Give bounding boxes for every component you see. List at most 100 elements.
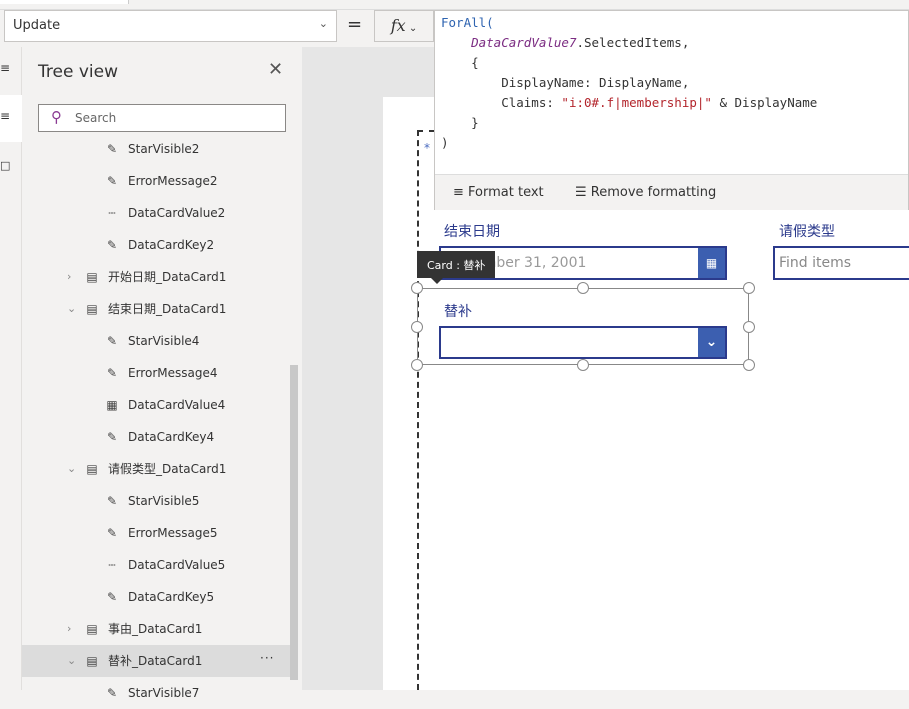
format-text-label: Format text xyxy=(468,185,544,200)
tree-item-label: 开始日期_DataCard1 xyxy=(108,270,227,284)
edit-icon: ✎ xyxy=(106,366,118,380)
tree-item[interactable]: ✎ ErrorMessage4 xyxy=(22,357,290,389)
remove-formatting-icon: ☰ xyxy=(575,185,591,200)
search-icon: ⚲ xyxy=(51,108,62,126)
leave-type-label: 请假类型 xyxy=(779,224,835,240)
tree-item[interactable]: ┄ DataCardValue2 xyxy=(22,197,290,229)
resize-handle[interactable] xyxy=(743,359,755,371)
code-line: DisplayName: DisplayName, xyxy=(441,73,817,93)
tree-item[interactable]: ✎ ErrorMessage5 xyxy=(22,517,290,549)
tree-item-label: DataCardValue2 xyxy=(128,206,226,220)
resize-handle[interactable] xyxy=(577,359,589,371)
tree-item-label: DataCardKey2 xyxy=(128,238,215,252)
chevron-down-icon[interactable]: ⌄ xyxy=(67,293,76,325)
textinput-icon: ┄ xyxy=(108,206,116,220)
code-line: ForAll( xyxy=(441,13,817,33)
calendar-icon[interactable]: ▦ xyxy=(698,248,725,278)
tree-item[interactable]: ✎ DataCardKey4 xyxy=(22,421,290,453)
tree-item-label: ErrorMessage5 xyxy=(128,526,218,540)
tree-item[interactable]: ⌄ ▤ 请假类型_DataCard1 xyxy=(22,453,290,485)
tree-item-label: DataCardKey4 xyxy=(128,430,215,444)
tree-item[interactable]: › ▤ 事由_DataCard1 xyxy=(22,613,290,645)
resize-handle[interactable] xyxy=(411,321,423,333)
card-icon: ▤ xyxy=(86,654,98,668)
tree-item[interactable]: ⌄ ▤ 结束日期_DataCard1 xyxy=(22,293,290,325)
tree-item[interactable]: ✎ ErrorMessage2 xyxy=(22,165,290,197)
fx-button[interactable]: fx ⌄ xyxy=(374,10,434,42)
remove-formatting-label: Remove formatting xyxy=(590,185,717,200)
tree-item-label: StarVisible4 xyxy=(128,334,200,348)
tree-item-label: DataCardValue5 xyxy=(128,558,226,572)
code-line: DataCardValue7.SelectedItems, xyxy=(441,33,817,53)
formula-code[interactable]: ForAll( DataCardValue7.SelectedItems, { … xyxy=(441,13,817,153)
card-icon: ▤ xyxy=(86,302,98,316)
tree-item[interactable]: ✎ StarVisible2 xyxy=(22,133,290,165)
tree-item[interactable]: ✎ StarVisible4 xyxy=(22,325,290,357)
chevron-right-icon[interactable]: › xyxy=(67,613,71,645)
edit-icon: ✎ xyxy=(106,334,118,348)
form-boundary xyxy=(417,130,419,690)
tree-item[interactable]: ⌄ ▤ 替补_DataCard1 ··· xyxy=(22,645,290,677)
tree-item-label: 事由_DataCard1 xyxy=(108,622,203,636)
tree-item[interactable]: ▦ DataCardValue4 xyxy=(22,389,290,421)
code-token: Claims: xyxy=(441,95,562,110)
tree-item[interactable]: ✎ StarVisible7 xyxy=(22,677,290,709)
left-rail: ≡ ≡ □ xyxy=(0,47,22,690)
chevron-down-icon[interactable]: ⌄ xyxy=(698,328,725,357)
tab[interactable] xyxy=(0,0,129,4)
tree-view-rail-button[interactable]: ≡ xyxy=(0,95,22,142)
code-line: } xyxy=(441,113,817,133)
chevron-down-icon[interactable]: ⌄ xyxy=(67,453,76,485)
chevron-down-icon: ⌄ xyxy=(318,17,328,30)
tree-view-panel: Tree view ✕ ⚲ Search ✎ StarVisible2 ✎ ErrorM… xyxy=(22,47,302,700)
resize-handle[interactable] xyxy=(577,282,589,294)
tree-item[interactable]: ✎ StarVisible5 xyxy=(22,485,290,517)
code-token: & DisplayName xyxy=(711,95,818,110)
tree-item-label: StarVisible7 xyxy=(128,686,200,700)
insert-icon[interactable]: □ xyxy=(0,159,10,172)
search-input[interactable]: ⚲ Search xyxy=(38,104,286,132)
format-text-button[interactable]: ≡ Format text xyxy=(453,185,544,200)
search-placeholder: Search xyxy=(75,111,117,125)
leave-type-combobox[interactable]: Find items xyxy=(773,246,909,280)
property-value: Update xyxy=(13,18,61,33)
chevron-down-icon[interactable]: ⌄ xyxy=(67,645,76,677)
edit-icon: ✎ xyxy=(106,590,118,604)
code-token: DataCardValue7 xyxy=(471,35,577,50)
close-icon[interactable]: ✕ xyxy=(268,59,283,80)
equals-sign: = xyxy=(347,14,363,35)
tree-item-label: 请假类型_DataCard1 xyxy=(108,462,227,476)
tree-item[interactable]: ✎ DataCardKey2 xyxy=(22,229,290,261)
code-token: DisplayName: DisplayName, xyxy=(441,75,690,90)
combobox-placeholder: Find items xyxy=(779,255,852,271)
chevron-right-icon[interactable]: › xyxy=(67,261,71,293)
substitute-combobox[interactable]: ⌄ xyxy=(439,326,727,359)
remove-formatting-button[interactable]: ☰ Remove formatting xyxy=(575,185,716,200)
edit-icon: ✎ xyxy=(106,142,118,156)
chevron-down-icon: ⌄ xyxy=(405,23,418,34)
tree-item-label: 结束日期_DataCard1 xyxy=(108,302,227,316)
substitute-label: 替补 xyxy=(444,304,472,320)
resize-handle[interactable] xyxy=(743,282,755,294)
edit-icon: ✎ xyxy=(106,174,118,188)
property-dropdown[interactable]: Update ⌄ xyxy=(4,10,337,42)
tree-item-label: StarVisible2 xyxy=(128,142,200,156)
resize-handle[interactable] xyxy=(411,282,423,294)
resize-handle[interactable] xyxy=(743,321,755,333)
code-token: } xyxy=(441,115,479,130)
resize-handle[interactable] xyxy=(411,359,423,371)
tree-item[interactable]: ┄ DataCardValue5 xyxy=(22,549,290,581)
scrollbar[interactable] xyxy=(290,365,298,680)
fx-icon: fx xyxy=(390,16,406,35)
formula-editor[interactable]: ForAll( DataCardValue7.SelectedItems, { … xyxy=(434,10,909,210)
edit-icon: ✎ xyxy=(106,238,118,252)
tree-item-label: ErrorMessage2 xyxy=(128,174,218,188)
menu-icon[interactable]: ≡ xyxy=(0,61,10,75)
edit-icon: ✎ xyxy=(106,686,118,700)
tree-item[interactable]: ✎ DataCardKey5 xyxy=(22,581,290,613)
end-date-label: 结束日期 xyxy=(444,224,500,240)
tree-item[interactable]: › ▤ 开始日期_DataCard1 xyxy=(22,261,290,293)
more-options-icon[interactable]: ··· xyxy=(260,642,274,674)
code-token: { xyxy=(441,55,479,70)
